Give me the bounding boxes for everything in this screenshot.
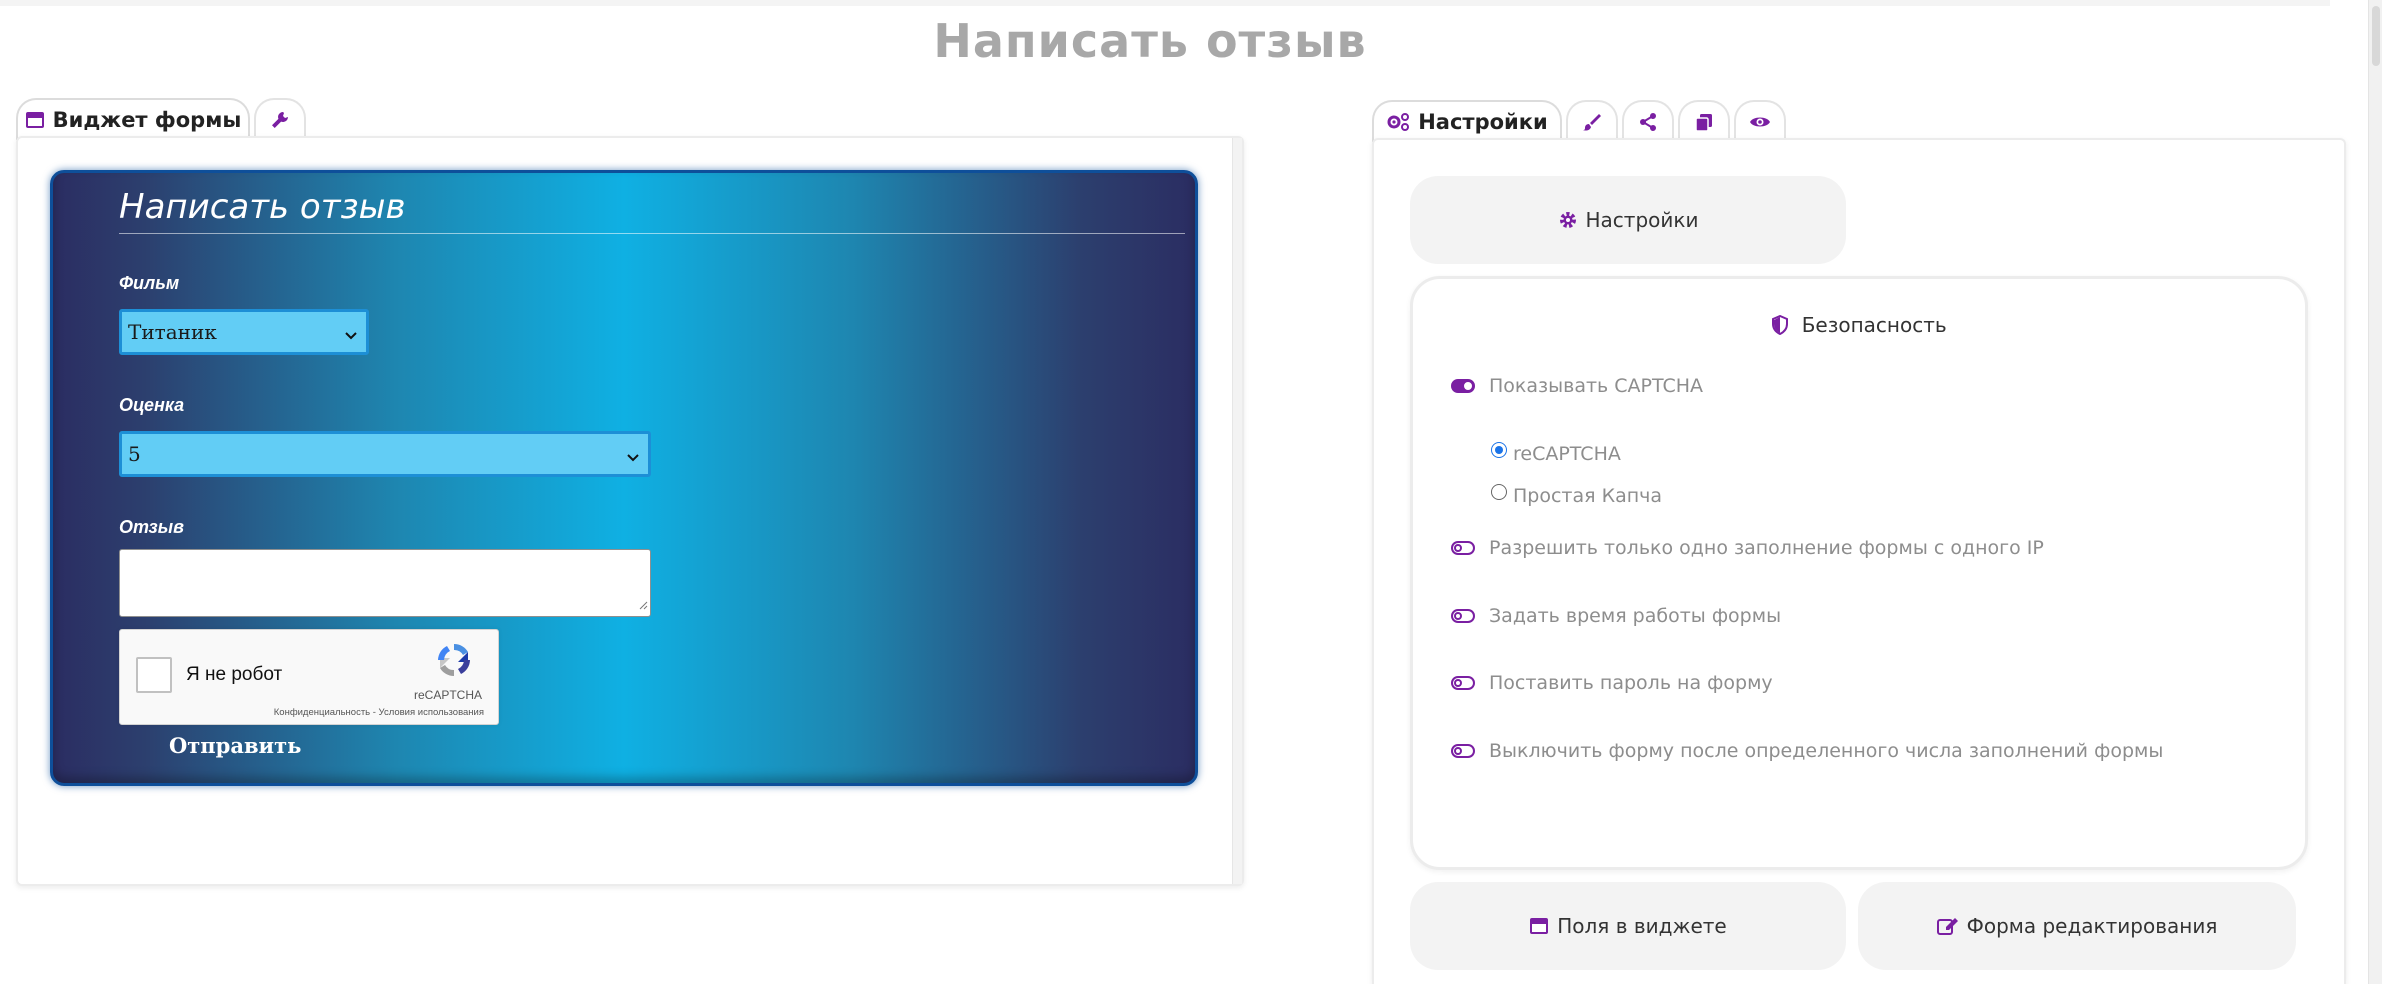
recaptcha-label: Я не робот	[186, 664, 283, 685]
limit-submissions-toggle[interactable]	[1451, 744, 1475, 758]
tab-tools[interactable]	[254, 98, 306, 140]
film-select[interactable]: Титаник	[119, 309, 369, 355]
simple-captcha-radio[interactable]	[1491, 484, 1507, 500]
captcha-type-recaptcha[interactable]: reCAPTCHA	[1491, 442, 1621, 465]
review-form: Написать отзыв Фильм Титаник Оценка 5 От…	[50, 170, 1198, 786]
recaptcha-widget: Я не робот reCAPTCHA Конфиденциальность …	[119, 629, 499, 725]
widget-icon	[1529, 916, 1549, 936]
simple-captcha-radio-label: Простая Капча	[1513, 485, 1663, 507]
show-captcha-toggle[interactable]	[1451, 379, 1475, 393]
rating-select-value: 5	[128, 442, 141, 466]
tab-settings[interactable]: Настройки	[1372, 100, 1562, 142]
tab-form-widget-label: Виджет формы	[52, 108, 242, 132]
tab-share[interactable]	[1622, 100, 1674, 142]
wrench-icon	[270, 110, 290, 130]
limit-submissions-label: Выключить форму после определенного числ…	[1489, 740, 2164, 762]
tab-style[interactable]	[1566, 100, 1618, 142]
recaptcha-checkbox[interactable]	[136, 657, 172, 693]
show-captcha-label: Показывать CAPTCHA	[1489, 375, 1704, 397]
review-textarea[interactable]	[119, 549, 651, 617]
resize-grip-icon[interactable]	[638, 595, 648, 614]
edit-icon	[1936, 916, 1959, 936]
share-icon	[1638, 112, 1658, 132]
tab-form-widget[interactable]: Виджет формы	[16, 98, 250, 140]
page-scrollbar[interactable]	[2368, 0, 2382, 984]
one-per-ip-toggle[interactable]	[1451, 541, 1475, 555]
security-title-label: Безопасность	[1801, 313, 1947, 337]
tab-preview[interactable]	[1734, 100, 1786, 142]
limit-submissions-option[interactable]: Выключить форму после определенного числ…	[1451, 740, 2163, 762]
schedule-label: Задать время работы формы	[1489, 605, 1782, 627]
recaptcha-radio[interactable]	[1491, 442, 1507, 458]
one-per-ip-label: Разрешить только одно заполнение формы с…	[1489, 537, 2044, 559]
security-title: Безопасность	[1413, 313, 2305, 337]
schedule-toggle[interactable]	[1451, 609, 1475, 623]
submit-button[interactable]: Отправить	[169, 733, 301, 758]
copy-icon	[1694, 112, 1714, 132]
recaptcha-links[interactable]: Конфиденциальность - Условия использован…	[274, 707, 484, 718]
widget-fields-button[interactable]: Поля в виджете	[1410, 882, 1846, 970]
captcha-type-simple[interactable]: Простая Капча	[1491, 484, 1663, 507]
top-bar	[0, 0, 2330, 6]
password-option[interactable]: Поставить пароль на форму	[1451, 672, 1773, 694]
shield-icon	[1771, 315, 1789, 335]
show-captcha-option[interactable]: Показывать CAPTCHA	[1451, 375, 1703, 397]
review-label: Отзыв	[119, 517, 184, 537]
tab-copy[interactable]	[1678, 100, 1730, 142]
rating-label: Оценка	[119, 395, 185, 415]
security-card: Безопасность Показывать CAPTCHA reCAPTCH…	[1410, 276, 2308, 870]
widget-icon	[25, 110, 45, 130]
film-label: Фильм	[119, 273, 180, 293]
password-label: Поставить пароль на форму	[1489, 672, 1773, 694]
form-title: Написать отзыв	[119, 187, 1185, 234]
rating-select[interactable]: 5	[119, 431, 651, 477]
schedule-option[interactable]: Задать время работы формы	[1451, 605, 1781, 627]
widget-fields-label: Поля в виджете	[1557, 914, 1727, 938]
tab-settings-label: Настройки	[1418, 110, 1548, 134]
page-title: Написать отзыв	[933, 14, 1367, 68]
scrollbar-thumb[interactable]	[2372, 6, 2380, 66]
recaptcha-logo-icon	[434, 640, 474, 684]
gear-icon	[1558, 210, 1578, 230]
film-select-value: Титаник	[128, 320, 217, 344]
edit-form-label: Форма редактирования	[1966, 914, 2218, 938]
brush-icon	[1582, 112, 1602, 132]
settings-button-label: Настройки	[1585, 208, 1699, 232]
panel-scrollbar[interactable]	[1232, 138, 1242, 884]
eye-icon	[1749, 113, 1771, 131]
edit-form-button[interactable]: Форма редактирования	[1858, 882, 2296, 970]
password-toggle[interactable]	[1451, 676, 1475, 690]
recaptcha-brand: reCAPTCHA	[413, 688, 482, 702]
gears-icon	[1386, 112, 1410, 132]
settings-button[interactable]: Настройки	[1410, 176, 1846, 264]
recaptcha-radio-label: reCAPTCHA	[1513, 443, 1621, 465]
chevron-down-icon	[344, 324, 358, 348]
chevron-down-icon	[626, 446, 640, 470]
one-per-ip-option[interactable]: Разрешить только одно заполнение формы с…	[1451, 537, 2044, 559]
